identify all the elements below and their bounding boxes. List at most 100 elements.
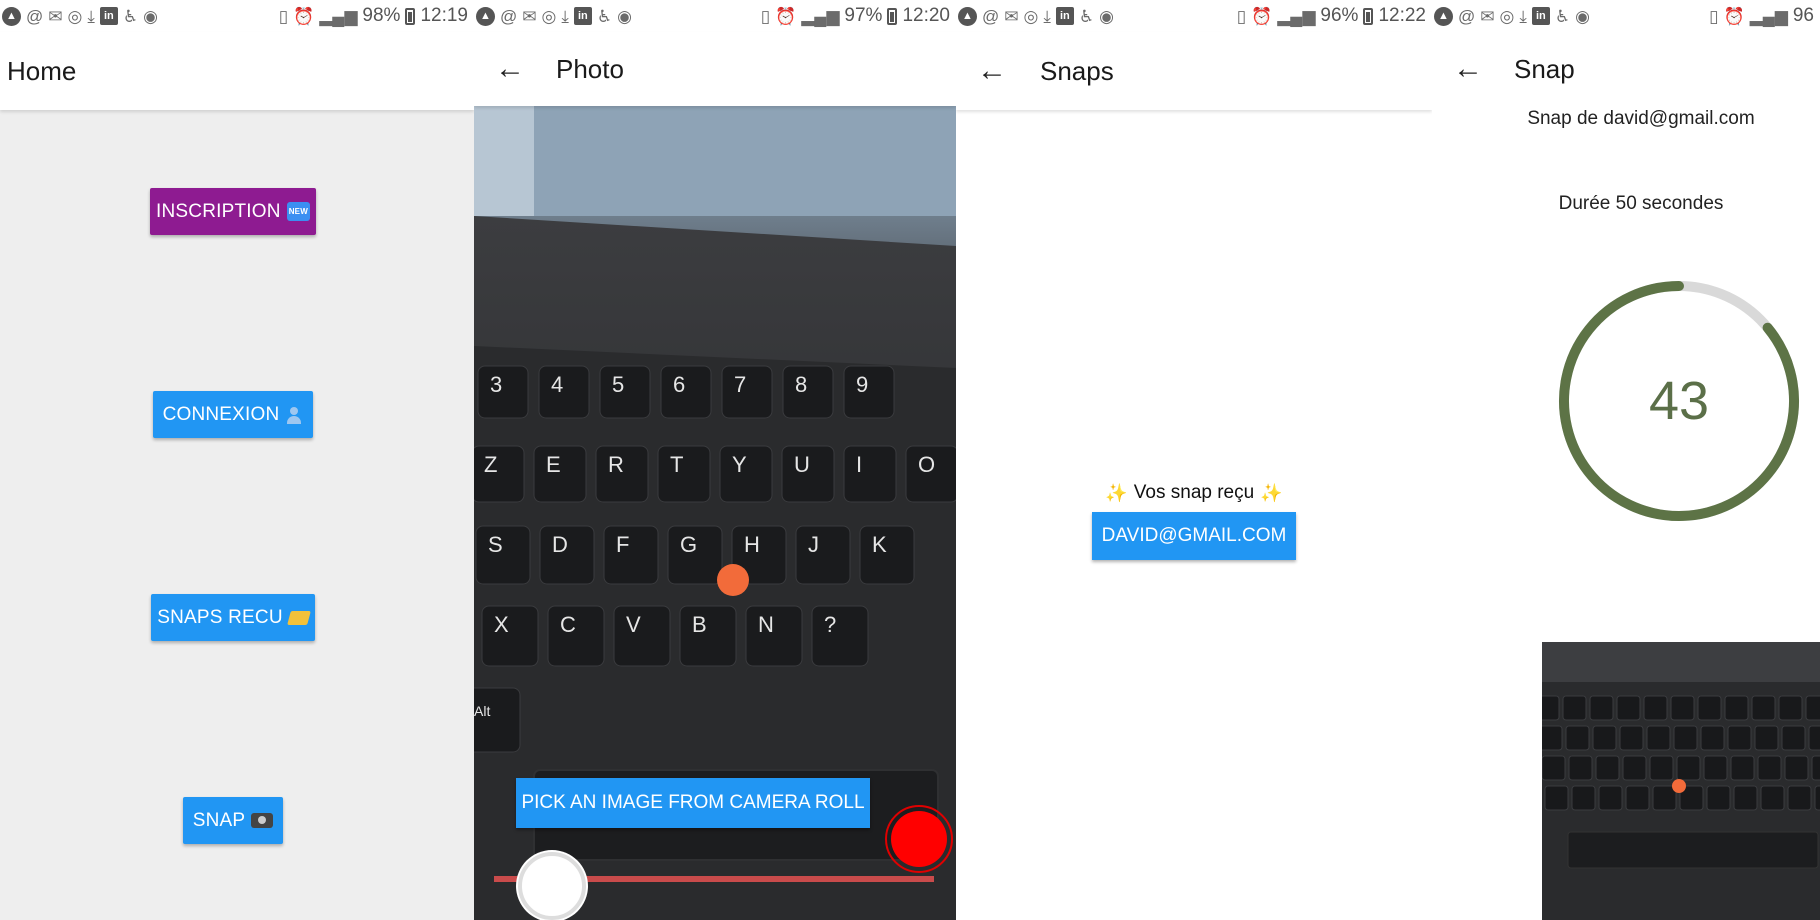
keyboard-key-label: Z <box>484 452 497 477</box>
keyboard-key-label: E <box>546 452 561 477</box>
back-arrow-icon[interactable]: ← <box>474 52 546 86</box>
vibrate-icon: ▯ <box>1709 6 1719 26</box>
linkedin-icon: in <box>1531 7 1550 25</box>
snap-image-key <box>1622 755 1647 781</box>
back-arrow-icon[interactable]: ← <box>1432 52 1504 86</box>
clock: 12:19 <box>420 5 468 26</box>
app-header: ← Snap <box>1432 32 1820 106</box>
keyboard-key <box>474 445 525 503</box>
at-icon: @ <box>1458 6 1476 26</box>
snap-image-key <box>1703 755 1728 781</box>
battery-icon <box>405 7 416 25</box>
keyboard-key-label: ? <box>824 612 836 637</box>
snap-image-key <box>1646 725 1671 751</box>
at-icon: @ <box>26 6 44 26</box>
clock: 12:22 <box>1378 5 1426 26</box>
keyboard-key <box>603 525 659 585</box>
folder-icon <box>286 610 311 625</box>
page-title: Home <box>7 55 77 86</box>
gmail-icon: ✉ <box>1004 6 1019 26</box>
snap-image-key <box>1595 755 1620 781</box>
back-arrow-icon[interactable]: ← <box>956 54 1028 88</box>
alarm-icon: ⏰ <box>1723 6 1745 26</box>
keyboard-key <box>843 445 897 503</box>
snap-sender-button[interactable]: DAVID@GMAIL.COM <box>1091 512 1297 560</box>
snap-label: SNAP <box>192 809 246 831</box>
keyboard-key-label: X <box>494 612 509 637</box>
keyboard-key <box>477 365 529 419</box>
chrome-icon: ◎ <box>541 6 557 26</box>
keyboard-key-label: T <box>670 452 683 477</box>
snap-image-key <box>1542 725 1563 751</box>
home-screen: ▲ @ ✉ ◎ ⤓ in ♿ ◉ ▯ ⏰ ▂▄▆ 98% 12:19 Home … <box>0 0 474 920</box>
photo-screen: ▲ @ ✉ ◎ ⤓ in ♿ ◉ ▯ ⏰ ▂▄▆ 97% 12:20 ← Pho… <box>474 0 956 920</box>
download-icon: ⤓ <box>1043 6 1051 26</box>
keyboard-key-label: D <box>552 532 568 557</box>
keyboard-key-label: O <box>918 452 935 477</box>
hotspot-icon: ◉ <box>1099 6 1114 26</box>
keyboard-key <box>538 365 590 419</box>
download-icon: ⤓ <box>561 6 569 26</box>
keyboard-key <box>475 525 531 585</box>
snap-button[interactable]: SNAP <box>183 797 283 844</box>
snap-image-key <box>1757 755 1782 781</box>
snaps-screen: ▲ @ ✉ ◎ ⤓ in ♿ ◉ ▯ ⏰ ▂▄▆ 96% 12:22 ← Sna… <box>956 0 1432 920</box>
keyboard-key-label: Y <box>732 452 747 477</box>
snap-image-key <box>1706 785 1731 811</box>
snap-detail-screen: ▲ @ ✉ ◎ ⤓ in ♿ ◉ ▯ ⏰ ▂▄▆ 96 ← Snap Snap … <box>1432 0 1820 920</box>
snap-image <box>1542 642 1820 920</box>
keyboard-key <box>859 525 915 585</box>
snap-duration-text: Durée 50 secondes <box>1558 193 1724 214</box>
alarm-icon: ⏰ <box>775 6 797 26</box>
sparkle-icon: ✨ <box>1105 482 1128 503</box>
keyboard-key <box>721 365 773 419</box>
keyboard-key <box>481 605 539 667</box>
user-icon <box>285 406 303 424</box>
keyboard-key-label: C <box>560 612 576 637</box>
inscription-label: INSCRIPTION <box>156 200 281 222</box>
accessibility-icon: ♿ <box>1554 6 1571 26</box>
pick-image-button[interactable]: PICK AN IMAGE FROM CAMERA ROLL <box>516 778 870 828</box>
keyboard-key <box>811 605 869 667</box>
record-button[interactable] <box>885 805 953 873</box>
snap-image-key <box>1625 785 1650 811</box>
battery-icon <box>1363 7 1374 25</box>
4g-signal-icon: ▂▄▆ <box>1277 6 1316 26</box>
snap-image-key <box>1784 755 1809 781</box>
snap-image-key <box>1598 785 1623 811</box>
hotspot-icon: ◉ <box>1575 6 1590 26</box>
status-bar: ▲ @ ✉ ◎ ⤓ in ♿ ◉ ▯ ⏰ ▂▄▆ 97% 12:20 <box>474 0 956 32</box>
hotspot-icon: ◉ <box>617 6 632 26</box>
chrome-icon: ◎ <box>67 6 83 26</box>
snap-image-key <box>1619 725 1644 751</box>
keyboard-key <box>782 365 834 419</box>
accessibility-icon: ♿ <box>1078 6 1095 26</box>
snaps-recu-button[interactable]: SNAPS RECU <box>151 594 315 641</box>
download-icon: ⤓ <box>1519 6 1527 26</box>
snap-image-key <box>1589 695 1614 721</box>
linkedin-icon: in <box>1055 7 1074 25</box>
countdown-number: 43 <box>1648 371 1710 431</box>
keyboard-key <box>657 445 711 503</box>
status-bar: ▲ @ ✉ ◎ ⤓ in ♿ ◉ ▯ ⏰ ▂▄▆ 96 <box>1432 0 1820 32</box>
snap-image-key <box>1808 725 1820 751</box>
keyboard-key <box>474 687 521 753</box>
keyboard-key-label: 8 <box>795 372 807 397</box>
snaps-list-label: Vos snap reçu <box>1133 482 1255 503</box>
keyboard-key-label: U <box>794 452 810 477</box>
snap-image-key <box>1562 695 1587 721</box>
snap-image-key <box>1652 785 1677 811</box>
keyboard-key-label: V <box>626 612 641 637</box>
snap-image-key <box>1811 755 1820 781</box>
inscription-button[interactable]: INSCRIPTION NEW <box>150 188 316 235</box>
record-icon <box>891 811 947 867</box>
keyboard-key-label: R <box>608 452 624 477</box>
snaps-list-heading: ✨ Vos snap reçu ✨ <box>1105 478 1282 508</box>
shutter-button[interactable] <box>518 852 586 920</box>
download-icon: ⤓ <box>87 6 95 26</box>
snap-image-key <box>1565 725 1590 751</box>
snap-image-key <box>1733 785 1758 811</box>
app-logo-icon: ▲ <box>476 6 495 26</box>
clock: 12:20 <box>902 5 950 26</box>
connexion-button[interactable]: CONNEXION <box>153 391 313 438</box>
